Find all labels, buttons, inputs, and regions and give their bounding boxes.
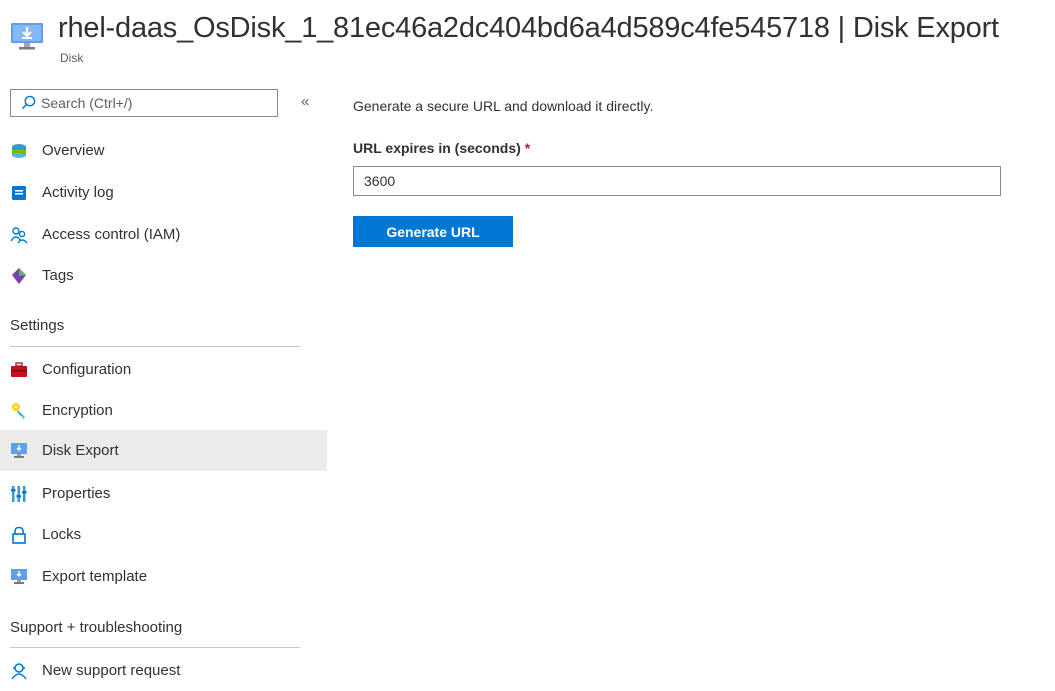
section-divider <box>10 647 300 648</box>
collapse-menu-button[interactable]: « <box>301 93 309 110</box>
sidebar-item-label: Tags <box>42 267 74 284</box>
url-expiry-input[interactable] <box>353 166 1001 196</box>
lock-icon <box>12 526 26 544</box>
page-title: rhel-daas_OsDisk_1_81ec46a2dc404bd6a4d58… <box>58 12 999 44</box>
required-marker: * <box>524 140 531 156</box>
blade-header: rhel-daas_OsDisk_1_81ec46a2dc404bd6a4d58… <box>10 8 1055 66</box>
overview-icon <box>12 144 26 158</box>
disk-export-icon <box>11 23 43 50</box>
toolbox-icon <box>11 362 27 377</box>
sidebar-item-disk-export[interactable]: Disk Export <box>0 430 327 471</box>
sidebar-item-encryption[interactable]: Encryption <box>0 390 327 431</box>
properties-icon <box>11 486 27 502</box>
sidebar-item-overview[interactable]: Overview <box>0 130 327 171</box>
sidebar-item-label: Encryption <box>42 402 113 419</box>
sidebar-item-label: Access control (IAM) <box>42 226 181 243</box>
sidebar-item-label: Activity log <box>42 184 114 201</box>
iam-icon <box>10 227 28 244</box>
activity-log-icon <box>12 186 26 200</box>
sidebar-item-configuration[interactable]: Configuration <box>0 349 327 390</box>
section-header-support: Support + troubleshooting <box>10 619 183 636</box>
search-box[interactable] <box>10 89 278 117</box>
search-icon <box>21 95 36 110</box>
sidebar-item-new-support-request[interactable]: New support request <box>0 650 327 691</box>
sidebar-item-label: New support request <box>42 662 181 679</box>
export-template-icon <box>11 569 27 584</box>
section-divider <box>10 346 300 347</box>
sidebar-item-export-template[interactable]: Export template <box>0 556 327 597</box>
url-expiry-label: URL expires in (seconds) * <box>353 140 530 156</box>
sidebar-item-activity-log[interactable]: Activity log <box>0 172 327 213</box>
page-subtitle: Disk <box>60 51 84 65</box>
sidebar-item-properties[interactable]: Properties <box>0 473 327 514</box>
description-text: Generate a secure URL and download it di… <box>353 98 654 114</box>
search-input[interactable] <box>41 93 271 113</box>
sidebar-item-label: Overview <box>42 142 105 159</box>
key-icon <box>12 403 25 419</box>
sidebar-item-label: Export template <box>42 568 148 585</box>
sidebar-item-tags[interactable]: Tags <box>0 255 327 296</box>
tag-icon <box>12 268 26 284</box>
generate-url-button[interactable]: Generate URL <box>353 216 513 247</box>
resource-menu: « Overview Activity log Access control (… <box>0 88 328 680</box>
disk-export-icon <box>11 443 27 458</box>
section-header-settings: Settings <box>10 317 65 334</box>
url-expiry-label-text: URL expires in (seconds) <box>353 140 521 156</box>
sidebar-item-label: Properties <box>42 485 111 502</box>
sidebar-item-locks[interactable]: Locks <box>0 514 327 555</box>
sidebar-item-label: Disk Export <box>42 442 119 459</box>
sidebar-item-label: Configuration <box>42 361 132 378</box>
support-icon <box>11 663 27 680</box>
sidebar-item-label: Locks <box>42 526 82 543</box>
sidebar-item-iam[interactable]: Access control (IAM) <box>0 214 327 255</box>
